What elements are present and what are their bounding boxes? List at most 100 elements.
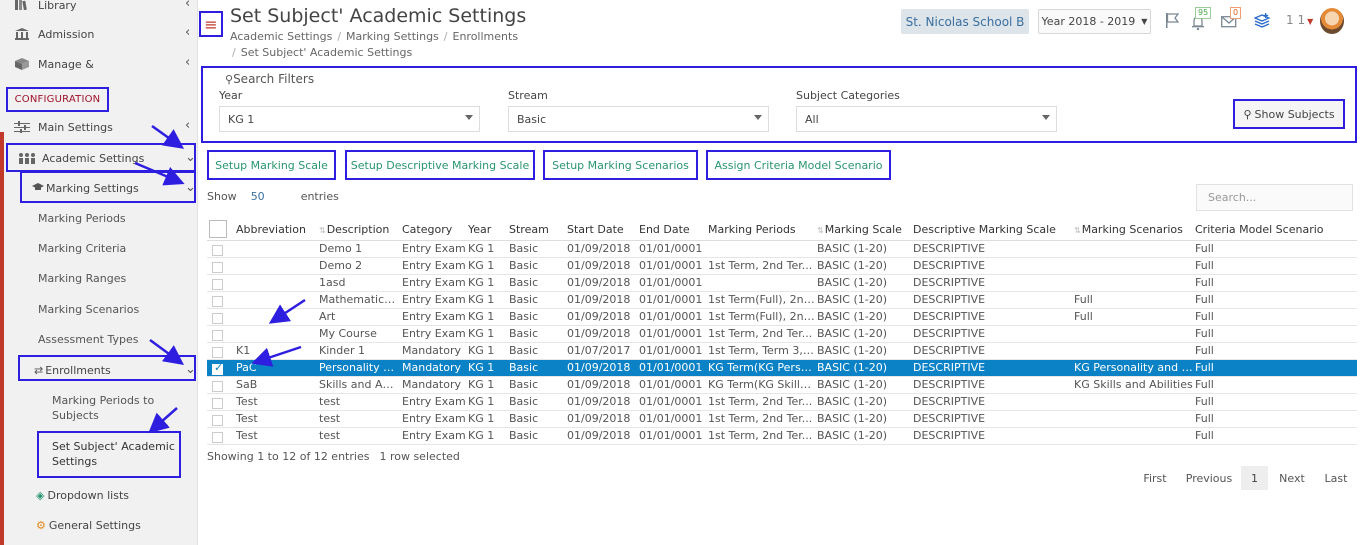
row-checkbox[interactable] — [212, 347, 223, 358]
column-header[interactable]: Abbreviation — [236, 219, 319, 241]
pager-last-button[interactable]: Last — [1322, 466, 1350, 490]
sidebar-item-marking-periods[interactable]: Marking Periods — [38, 212, 126, 225]
row-checkbox-cell[interactable] — [207, 410, 236, 428]
sidebar-item-marking-criteria[interactable]: Marking Criteria — [38, 242, 126, 255]
column-header[interactable]: ⇅Marking Scale — [817, 219, 913, 241]
sidebar-item-main-settings[interactable]: Main Settings — [14, 116, 113, 138]
sidebar-item-set-subject-academic-settings[interactable]: Set Subject' Academic Settings — [52, 440, 175, 468]
row-checkbox[interactable] — [212, 313, 223, 324]
layers-plus-icon[interactable] — [1253, 11, 1271, 29]
chevron-left-icon[interactable]: ‹ — [185, 118, 190, 133]
select-all-checkbox[interactable] — [209, 220, 227, 239]
table-row[interactable]: Demo 1 Entry Exam KG 1 Basic 01/09/2018 01/01… — [207, 240, 1357, 258]
sidebar-item-marking-ranges[interactable]: Marking Ranges — [38, 272, 126, 285]
pager-previous-button[interactable]: Previous — [1183, 466, 1235, 490]
row-checkbox[interactable] — [212, 262, 223, 273]
column-header[interactable]: Marking Periods — [708, 219, 817, 241]
sidebar-item-admission[interactable]: Admission — [14, 23, 94, 45]
sidebar-item-general-settings[interactable]: ⚙ General Settings — [36, 514, 141, 536]
sidebar-item-manage[interactable]: Manage & — [14, 53, 94, 75]
table-row[interactable]: PaCPersonality a...MandatoryKG 1Basic01/… — [207, 359, 1357, 377]
sidebar-item-marking-settings[interactable]: Marking Settings — [32, 177, 139, 199]
chevron-left-icon[interactable]: ‹ — [185, 55, 190, 70]
sidebar-item-marking-periods-to-subjects[interactable]: Marking Periods to Subjects — [52, 394, 154, 422]
table-row[interactable]: My Course Entry Exam KG 1 Basic 01/09/2018 01… — [207, 325, 1357, 343]
breadcrumb-item[interactable]: Marking Settings — [346, 30, 439, 43]
table-row[interactable]: Test test Entry Exam KG 1 Basic 01/09/2018 01/… — [207, 393, 1357, 411]
setup-marking-scenarios-button[interactable]: Setup Marking Scenarios — [543, 150, 698, 180]
row-checkbox-cell[interactable] — [207, 274, 236, 292]
table-row[interactable]: Test test Entry Exam KG 1 Basic 01/09/2018 01/… — [207, 410, 1357, 428]
row-checkbox-cell[interactable] — [207, 376, 236, 394]
column-header[interactable]: Start Date — [567, 219, 639, 241]
row-checkbox-cell[interactable] — [207, 257, 236, 275]
user-menu[interactable]: 1 1 ▼ — [1286, 13, 1313, 27]
column-header[interactable]: ⇅Description — [319, 219, 402, 241]
sidebar-item-assessment-types[interactable]: Assessment Types — [38, 333, 138, 346]
assign-criteria-model-scenario-button[interactable]: Assign Criteria Model Scenario — [706, 150, 891, 180]
row-checkbox[interactable] — [212, 361, 223, 375]
menu-toggle-button[interactable]: ≡ — [199, 11, 223, 37]
row-checkbox-cell[interactable] — [207, 427, 236, 445]
table-row[interactable]: Demo 2 Entry Exam KG 1 Basic 01/09/2018 01/01… — [207, 257, 1357, 275]
sidebar-item-enrollments[interactable]: ⇄ Enrollments — [34, 359, 111, 381]
table-row[interactable]: SaB Skills and Abil... Mandatory KG 1 Basic 0… — [207, 376, 1357, 394]
flag-icon[interactable] — [1163, 11, 1181, 29]
table-row[interactable]: K1 Kinder 1 Mandatory KG 1 Basic 01/07/2017 01… — [207, 342, 1357, 360]
table-row[interactable]: Art Entry Exam KG 1 Basic 01/09/2018 01/01/00… — [207, 308, 1357, 326]
row-checkbox-cell[interactable] — [207, 359, 236, 377]
table-cell: Test — [236, 393, 319, 411]
select-all-header[interactable] — [207, 219, 236, 241]
column-header[interactable]: Criteria Model Scenario — [1195, 219, 1357, 241]
row-checkbox-cell[interactable] — [207, 308, 236, 326]
year-selector[interactable]: Year 2018 - 2019 ▼ — [1038, 9, 1151, 34]
row-checkbox[interactable] — [212, 432, 223, 443]
breadcrumb-item[interactable]: Academic Settings — [230, 30, 332, 43]
row-checkbox[interactable] — [212, 296, 223, 307]
row-checkbox-cell[interactable] — [207, 325, 236, 343]
table-row[interactable]: Test test Entry Exam KG 1 Basic 01/09/2018 01/… — [207, 427, 1357, 445]
stream-filter-select[interactable]: Basic — [508, 106, 769, 132]
table-cell: DESCRIPTIVE — [913, 257, 1074, 275]
pager-next-button[interactable]: Next — [1277, 466, 1307, 490]
sidebar-item-dropdown-lists[interactable]: ◈ Dropdown lists — [36, 484, 129, 506]
pager-first-button[interactable]: First — [1140, 466, 1170, 490]
chevron-left-icon[interactable]: ‹ — [185, 25, 190, 40]
subject-categories-select[interactable]: All — [796, 106, 1057, 132]
column-header[interactable]: Category — [402, 219, 468, 241]
row-checkbox-cell[interactable] — [207, 240, 236, 258]
chevron-left-icon[interactable]: ‹ — [185, 0, 190, 11]
chevron-down-icon[interactable]: ⌄ — [185, 362, 196, 377]
column-header[interactable]: End Date — [639, 219, 708, 241]
sidebar-item-library[interactable]: Library — [14, 0, 76, 16]
row-checkbox-cell[interactable] — [207, 291, 236, 309]
row-checkbox-cell[interactable] — [207, 393, 236, 411]
sidebar-item-academic-settings[interactable]: Academic Settings — [18, 147, 144, 169]
row-checkbox[interactable] — [212, 398, 223, 409]
chevron-down-icon[interactable]: ⌄ — [185, 180, 196, 195]
column-header[interactable]: Stream — [509, 219, 567, 241]
column-header[interactable]: Descriptive Marking Scale — [913, 219, 1074, 241]
table-row[interactable]: 1asd Entry Exam KG 1 Basic 01/09/2018 01/01/0… — [207, 274, 1357, 292]
breadcrumb-item[interactable]: Enrollments — [453, 30, 519, 43]
school-selector[interactable]: St. Nicolas School B — [901, 9, 1029, 34]
avatar[interactable] — [1320, 8, 1344, 34]
row-checkbox[interactable] — [212, 245, 223, 256]
sidebar-item-marking-scenarios[interactable]: Marking Scenarios — [38, 303, 139, 316]
column-header[interactable]: Year — [468, 219, 509, 241]
row-checkbox[interactable] — [212, 415, 223, 426]
setup-descriptive-marking-scale-button[interactable]: Setup Descriptive Marking Scale — [345, 150, 535, 180]
pager-current-page[interactable]: 1 — [1241, 466, 1268, 490]
column-header[interactable]: ⇅Marking Scenarios — [1074, 219, 1195, 241]
page-size-select[interactable]: 50 — [251, 190, 265, 203]
row-checkbox[interactable] — [212, 330, 223, 341]
table-search-input[interactable]: Search... — [1196, 184, 1353, 211]
year-filter-select[interactable]: KG 1 — [219, 106, 480, 132]
setup-marking-scale-button[interactable]: Setup Marking Scale — [207, 150, 336, 180]
row-checkbox-cell[interactable] — [207, 342, 236, 360]
show-subjects-button[interactable]: ⚲ Show Subjects — [1233, 99, 1345, 129]
table-row[interactable]: Mathematics ... Entry Exam KG 1 Basic 01/09/… — [207, 291, 1357, 309]
chevron-down-icon[interactable]: ⌄ — [185, 150, 196, 165]
row-checkbox[interactable] — [212, 279, 223, 290]
row-checkbox[interactable] — [212, 381, 223, 392]
